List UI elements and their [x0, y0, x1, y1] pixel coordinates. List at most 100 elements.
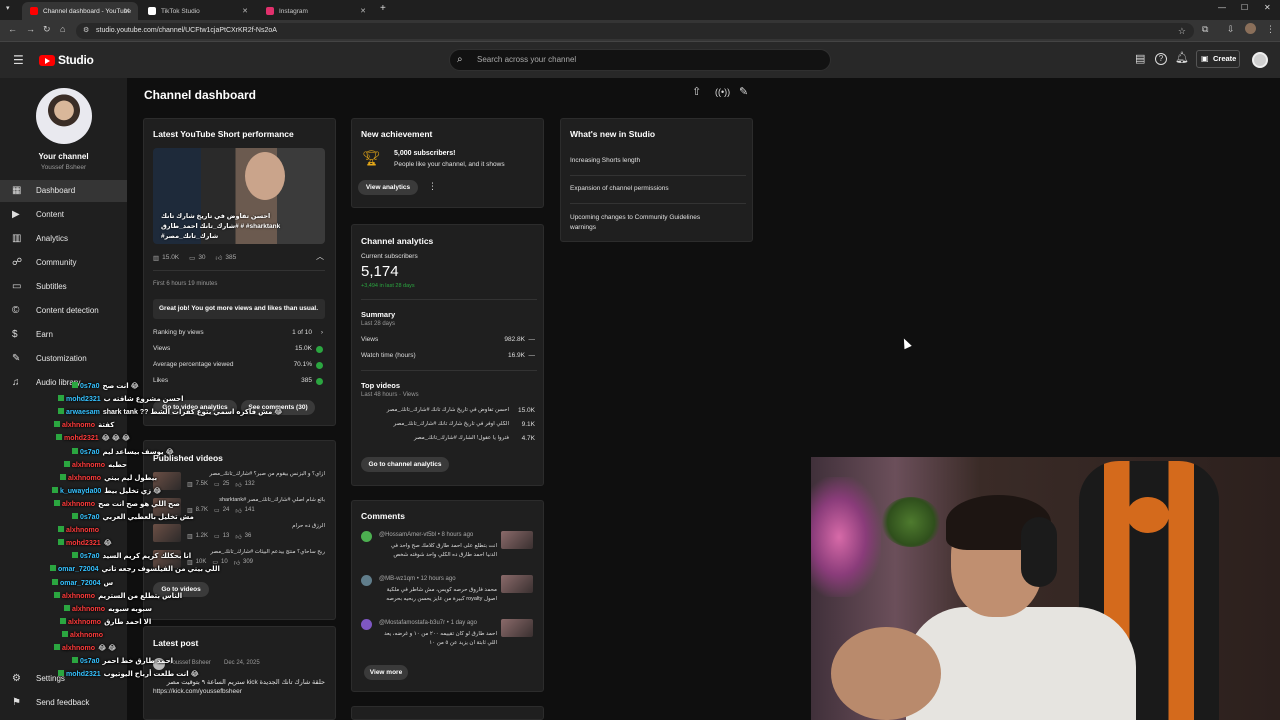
chat-text: س [103, 579, 114, 587]
tab-list-icon[interactable]: ▾ [6, 5, 10, 12]
downloads-icon[interactable]: ⇩ [1227, 24, 1235, 35]
notifications-bell-icon[interactable]: 🔔︎ [1175, 53, 1189, 64]
comment-item[interactable]: @Mostafamostafa-b3u7r • 1 day ago احمد ط… [361, 619, 537, 659]
video-stats: ▥ 1.2K ▭ 13 👍︎ 36 [187, 533, 251, 541]
sidebar-item-earn[interactable]: $ Earn [0, 324, 127, 346]
top-videos-period: Last 48 hours · Views [361, 392, 419, 398]
browser-toolbar: ← → ↻ ⌂ ⚙ studio.youtube.com/channel/UCF… [0, 20, 1280, 42]
create-button[interactable]: ▣ Create [1196, 50, 1240, 68]
chat-badge-icon [56, 434, 62, 441]
chat-message: k_uwayda00 زي تخليل بيط 😂 [52, 485, 161, 498]
close-tab-icon[interactable]: ✕ [242, 7, 248, 15]
go-live-icon[interactable]: ((•)) [715, 88, 730, 97]
top-video-row[interactable]: فتروا يا عقول! الشارك #شارك_تانك_مصر 4.7… [361, 435, 537, 443]
comment-item[interactable]: @MB-wz1qm • 12 hours ago محمد فاروق حرصه… [361, 575, 537, 615]
address-bar[interactable]: ⚙ studio.youtube.com/channel/UCFtw1cjaPt… [76, 23, 1194, 39]
upload-icon[interactable]: ⇧ [692, 87, 701, 98]
site-info-icon[interactable]: ⚙ [83, 23, 89, 39]
view-more-button[interactable]: View more [364, 665, 408, 680]
sidebar-item-community[interactable]: ☍ Community [0, 252, 127, 274]
tab-tiktok-studio[interactable]: TikTok Studio ✕ [140, 2, 256, 20]
whats-new-item[interactable]: Expansion of channel permissions [570, 185, 740, 192]
maximize-icon[interactable]: ☐ [1241, 4, 1248, 12]
stat-label: Views [153, 345, 171, 352]
your-channel-label[interactable]: Your channel [0, 152, 127, 161]
comment-video-thumbnail[interactable] [501, 531, 533, 549]
chat-username: alxhnomo [70, 631, 104, 639]
published-video-row[interactable]: الرزق ده حرام ▥ 1.2K ▭ 13 👍︎ 36 [153, 523, 325, 545]
mouse-cursor [900, 336, 912, 350]
top-video-title: فتروا يا عقول! الشارك #شارك_تانك_مصر [413, 435, 509, 441]
go-to-channel-analytics-button[interactable]: Go to channel analytics [361, 457, 449, 472]
hamburger-menu-icon[interactable]: ☰ [13, 54, 24, 66]
comment-time: 1 day ago [450, 620, 477, 626]
sidebar-item-customization[interactable]: ✎ Customization [0, 348, 127, 370]
view-analytics-button[interactable]: View analytics [358, 180, 418, 195]
extensions-icon[interactable]: ⧉ [1202, 24, 1208, 35]
video-thumbnail[interactable] [153, 524, 181, 542]
sidebar-item-analytics[interactable]: ▥ Analytics [0, 228, 127, 250]
post-link[interactable]: https://kick.com/youssefbsheer [153, 688, 242, 695]
close-tab-icon[interactable]: ✕ [124, 7, 130, 15]
close-window-icon[interactable]: ✕ [1264, 4, 1271, 12]
comments-icon: ▭ [214, 508, 220, 514]
whats-new-item[interactable]: Upcoming changes to Community Guidelines… [570, 213, 720, 233]
stat-row-avg-viewed: Average percentage viewed 70.1% [153, 361, 325, 369]
collapse-chevron-icon[interactable]: ︿ [316, 253, 324, 261]
top-video-row[interactable]: احسن تفاوض في تاريخ شارك تانك #شارك_تانك… [361, 407, 537, 415]
tab-youtube-studio[interactable]: Channel dashboard - YouTube ✕ [22, 2, 138, 20]
sidebar-send-feedback[interactable]: ⚑ Send feedback [0, 692, 127, 714]
tab-instagram[interactable]: Instagram ✕ [258, 2, 374, 20]
channel-avatar[interactable] [36, 88, 92, 144]
chat-message: 0s7a0 انا بحكلك كريم كريم السيد [72, 550, 191, 563]
summary-label: Views [361, 336, 379, 343]
stat-label: Average percentage viewed [153, 361, 234, 368]
views-icon: ▥ [187, 482, 193, 488]
minimize-icon[interactable]: — [1218, 4, 1226, 12]
published-video-row[interactable]: ازاي؟ و البزنس بيقوم من صبر؟ #شارك_تانك_… [153, 471, 325, 493]
stat-label: Likes [153, 377, 169, 384]
comment-user: @MB-wz1qm [379, 576, 416, 582]
chat-message: 0s7a0 يوسف بيساعد ليم 😂 [72, 446, 174, 459]
comment-user: @HossamAmer-vt5bl [379, 532, 437, 538]
home-icon[interactable]: ⌂ [60, 24, 65, 34]
comment-video-thumbnail[interactable] [501, 619, 533, 637]
commenter-avatar[interactable] [361, 575, 372, 586]
whats-new-item[interactable]: Increasing Shorts length [570, 157, 740, 164]
more-vert-icon[interactable]: ⋮ [428, 182, 437, 191]
close-tab-icon[interactable]: ✕ [360, 7, 366, 15]
sidebar-item-subtitles[interactable]: ▭ Subtitles [0, 276, 127, 298]
chat-message: alxhnomo 😂 😂 [54, 642, 116, 655]
new-tab-button[interactable]: + [380, 4, 386, 14]
studio-logo[interactable]: Studio [39, 52, 94, 68]
bookmark-star-icon[interactable]: ☆ [1178, 23, 1186, 39]
comment-item[interactable]: @HossamAmer-vt5bl • 8 hours ago انت بتطل… [361, 531, 537, 571]
sidebar-item-content[interactable]: ▶ Content [0, 204, 127, 226]
commenter-avatar[interactable] [361, 619, 372, 630]
help-icon[interactable]: ? [1155, 53, 1167, 65]
account-avatar[interactable] [1252, 52, 1268, 68]
back-icon[interactable]: ← [8, 24, 17, 34]
short-performance-card: Latest YouTube Short performance احسن تف… [143, 118, 336, 426]
messages-icon[interactable]: ▤ [1135, 54, 1145, 65]
settings-gear-icon: ⚙ [12, 673, 21, 684]
divider [153, 270, 325, 271]
search-input[interactable]: ⌕ Search across your channel [449, 49, 831, 71]
commenter-avatar[interactable] [361, 531, 372, 542]
video-views: 8.7K [195, 507, 209, 513]
top-video-row[interactable]: الكلي اوفر في تاريخ شارك تانك #شارك_تانك… [361, 421, 537, 429]
create-post-icon[interactable]: ✎ [739, 87, 748, 98]
profile-avatar-icon[interactable] [1245, 23, 1256, 34]
chat-badge-icon [58, 408, 64, 415]
achievement-card: New achievement 🏆︎ 5,000 subscribers! Pe… [351, 118, 544, 208]
browser-menu-icon[interactable]: ⋮ [1266, 24, 1275, 35]
comment-video-thumbnail[interactable] [501, 575, 533, 593]
forward-icon[interactable]: → [26, 24, 35, 34]
sidebar-item-dashboard[interactable]: ▦ Dashboard [0, 180, 127, 202]
tab-title: Instagram [279, 7, 308, 15]
sidebar-item-content-detection[interactable]: © Content detection [0, 300, 127, 322]
subtitles-icon: ▭ [12, 281, 22, 292]
chevron-right-icon[interactable]: › [321, 329, 323, 336]
short-thumbnail[interactable]: احسن تفاوض في تاريخ شارك تانك #شارك_تانك… [153, 148, 325, 244]
reload-icon[interactable]: ↻ [43, 24, 51, 35]
